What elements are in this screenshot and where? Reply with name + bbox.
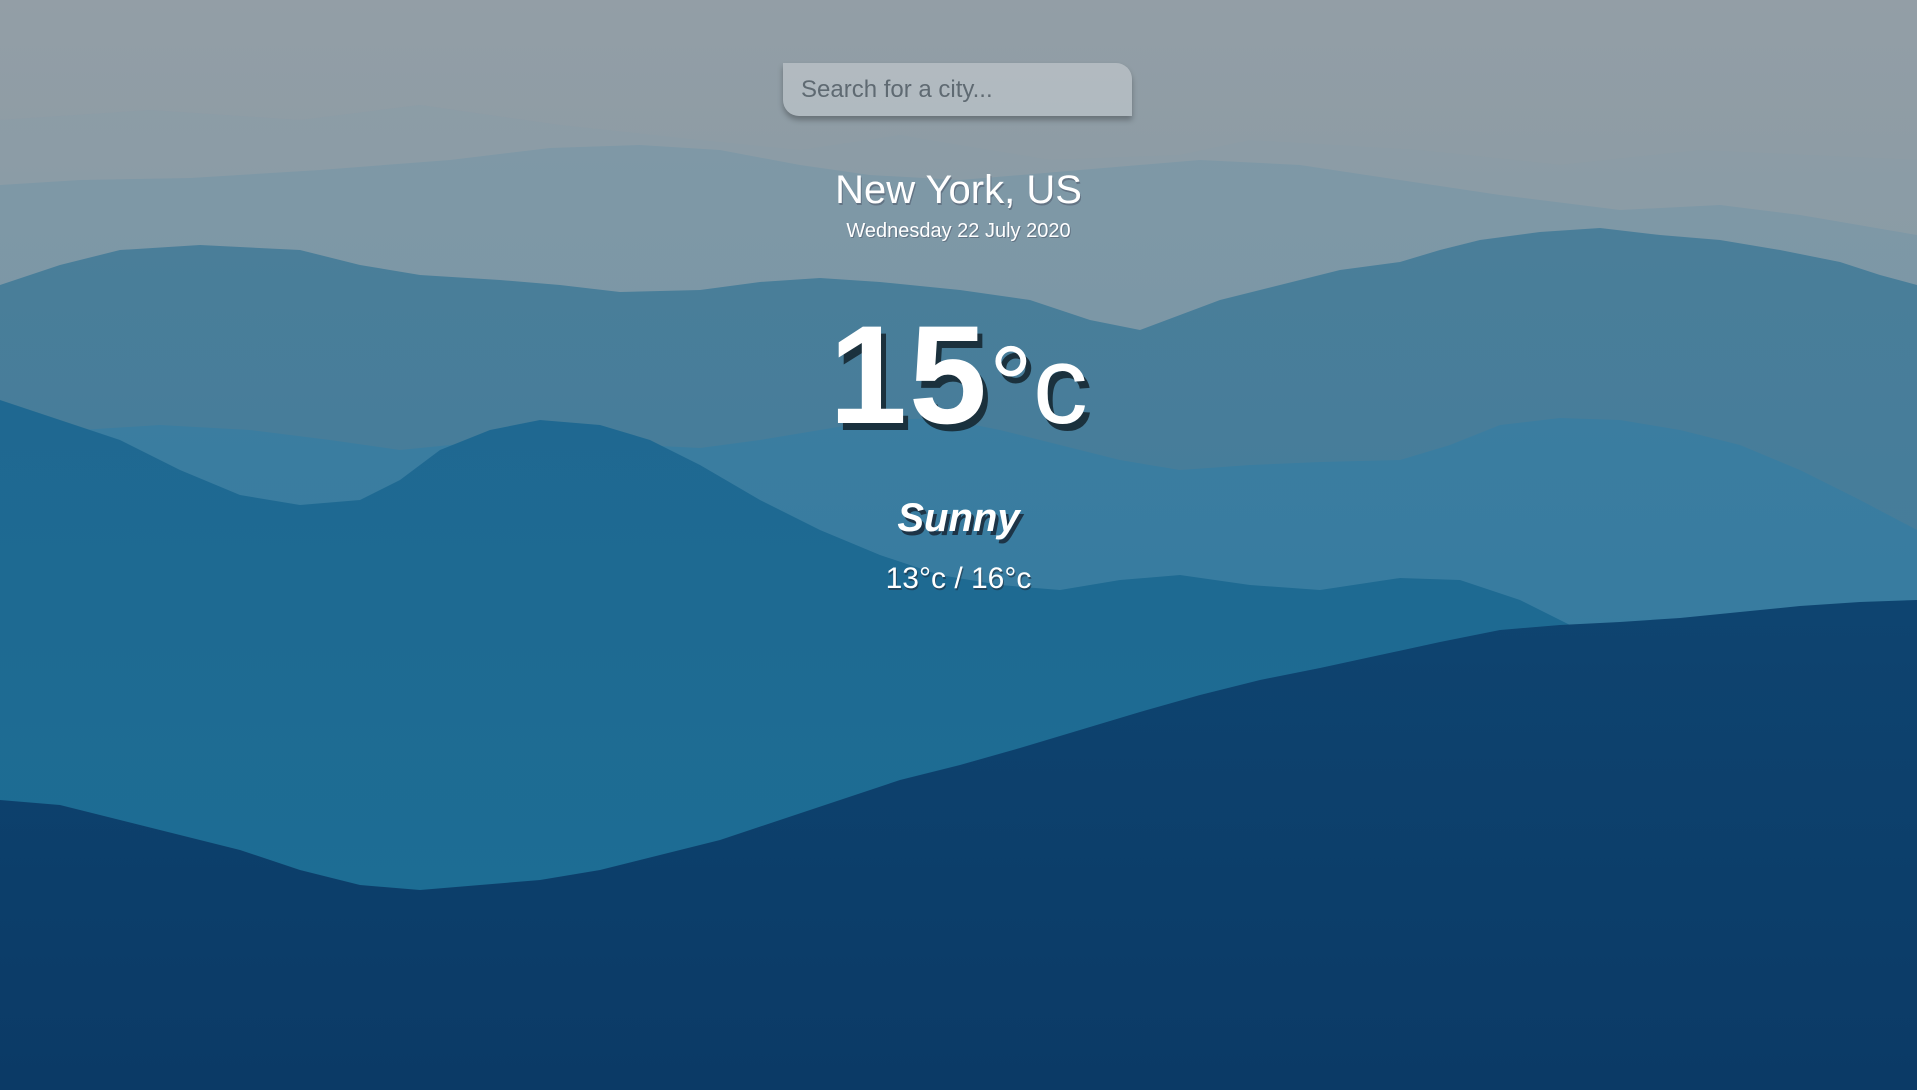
mountain-background bbox=[0, 0, 1917, 1090]
current-temperature: 15°c bbox=[0, 305, 1917, 456]
weather-condition: Sunny bbox=[897, 496, 1020, 540]
search-input[interactable] bbox=[783, 63, 1132, 116]
temperature-range: 13°c / 16°c bbox=[885, 562, 1032, 595]
temperature-value: 15 bbox=[829, 296, 989, 453]
temperature-unit: °c bbox=[988, 324, 1088, 447]
location-city: New York, US bbox=[835, 168, 1082, 212]
location-date: Wednesday 22 July 2020 bbox=[846, 220, 1071, 242]
weather-app: New York, US Wednesday 22 July 2020 15°c… bbox=[0, 0, 1917, 1090]
